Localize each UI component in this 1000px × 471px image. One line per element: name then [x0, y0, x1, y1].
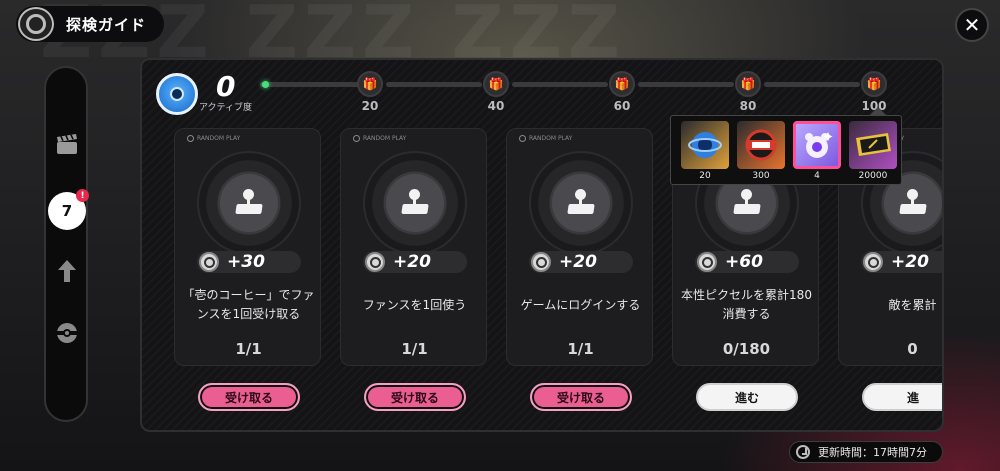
task-points: +20: [861, 251, 942, 273]
refresh-timer: 更新時間：17時間7分: [789, 441, 943, 463]
side-nav: 7 !: [44, 66, 89, 422]
claim-button[interactable]: 受け取る: [198, 383, 300, 411]
guide-7-icon: 7: [61, 202, 73, 220]
task-progress: 1/1: [401, 340, 428, 358]
activity-label: アクティブ度: [199, 103, 253, 113]
clapper-icon: [57, 134, 77, 154]
nav-item-disc[interactable]: [52, 318, 82, 348]
milestone-gift-icon[interactable]: 🎁: [483, 71, 509, 97]
claim-button[interactable]: 受け取る: [530, 383, 632, 411]
activity-icon: [156, 73, 198, 115]
milestone-value: 80: [739, 99, 757, 113]
task-card: RANDOM PLAY +20 ファンスを1回使う 1/1: [340, 128, 487, 366]
points-icon: [365, 252, 385, 272]
blue-orb-icon: [688, 132, 722, 158]
task-card: RANDOM PLAY +30 「壱のコーヒー」でファンスを1回受け取る 1/1: [174, 128, 321, 366]
milestone-gift-icon[interactable]: 🎁: [357, 71, 383, 97]
task-points: +30: [197, 251, 301, 273]
task-medal: [529, 151, 633, 255]
up-arrow-icon: [58, 260, 76, 282]
claim-button[interactable]: 受け取る: [364, 383, 466, 411]
milestone-gift-icon[interactable]: 🎁: [735, 71, 761, 97]
task-points: +20: [529, 251, 633, 273]
go-button[interactable]: 進: [862, 383, 942, 411]
game-screen: ZZZ ZZZ ZZZ 探検ガイド ✕ 7 ! 0 アクティブ度 🎁 20 🎁 …: [0, 0, 1000, 471]
milestone-value: 60: [613, 99, 631, 113]
joystick-icon: [234, 188, 264, 218]
progress-track: [260, 82, 360, 87]
reward-quantity: 20: [699, 171, 711, 181]
progress-track: [764, 82, 860, 87]
gold-ticket-icon: [856, 133, 891, 156]
joystick-icon: [566, 188, 596, 218]
reward-quantity: 4: [814, 171, 820, 181]
points-icon: [863, 252, 883, 272]
points-icon: [697, 252, 717, 272]
reward-item[interactable]: [793, 121, 841, 169]
progress-indicator: [262, 81, 269, 88]
task-description: 本性ピクセルを累計180消費する: [681, 288, 812, 321]
task-description: 「壱のコーヒー」でファンスを1回受け取る: [182, 288, 315, 321]
progress-track: [512, 82, 608, 87]
milestone-gift-icon[interactable]: 🎁: [861, 71, 887, 97]
nav-item-guide[interactable]: 7 !: [48, 189, 89, 230]
close-button[interactable]: ✕: [955, 8, 989, 42]
milestone-gift-icon[interactable]: 🎁: [609, 71, 635, 97]
task-card: RANDOM PLAY +20 ゲームにログインする 1/1: [506, 128, 653, 366]
reward-item[interactable]: [681, 121, 729, 169]
joystick-icon: [732, 188, 762, 218]
task-points: +20: [363, 251, 467, 273]
close-icon: ✕: [963, 13, 981, 37]
reward-item[interactable]: [737, 121, 785, 169]
progress-track: [386, 82, 482, 87]
reward-quantity: 20000: [858, 171, 888, 181]
task-points: +60: [695, 251, 799, 273]
milestone-value: 40: [487, 99, 505, 113]
task-description: ファンスを1回使う: [362, 297, 467, 312]
nav-item-clapper[interactable]: [52, 130, 82, 160]
milestone-rewards-popup: 20 300 4 20000: [670, 107, 902, 185]
task-progress: 0/180: [722, 340, 771, 358]
go-button[interactable]: 進む: [696, 383, 798, 411]
joystick-icon: [400, 188, 430, 218]
task-description: ゲームにログインする: [520, 297, 641, 312]
activity-value: 0: [216, 70, 236, 103]
task-medal: [197, 151, 301, 255]
reward-quantity: 300: [752, 171, 770, 181]
page-title: 探検ガイド: [66, 15, 147, 34]
milestone-value: 20: [361, 99, 379, 113]
ticket-badge-icon: [745, 129, 777, 161]
task-progress: 1/1: [235, 340, 262, 358]
points-icon: [199, 252, 219, 272]
task-progress: 1/1: [567, 340, 594, 358]
page-title-bar: 探検ガイド: [16, 6, 165, 42]
nav-item-upgrade[interactable]: [52, 256, 82, 286]
refresh-text: 更新時間：17時間7分: [818, 446, 927, 459]
joystick-icon: [898, 188, 928, 218]
brand-mark: RANDOM PLAY: [353, 135, 406, 142]
star-bear-icon: [805, 132, 833, 158]
brand-mark: RANDOM PLAY: [519, 135, 572, 142]
points-icon: [531, 252, 551, 272]
disc-icon: [57, 323, 77, 343]
task-description: 敵を累計: [888, 297, 937, 312]
notification-badge: !: [76, 189, 89, 202]
reward-item[interactable]: [849, 121, 897, 169]
task-progress: 0: [907, 340, 918, 358]
guide-logo-icon: [18, 7, 54, 41]
clock-icon: [796, 445, 810, 459]
task-medal: [363, 151, 467, 255]
progress-track: [638, 82, 734, 87]
brand-mark: RANDOM PLAY: [187, 135, 240, 142]
